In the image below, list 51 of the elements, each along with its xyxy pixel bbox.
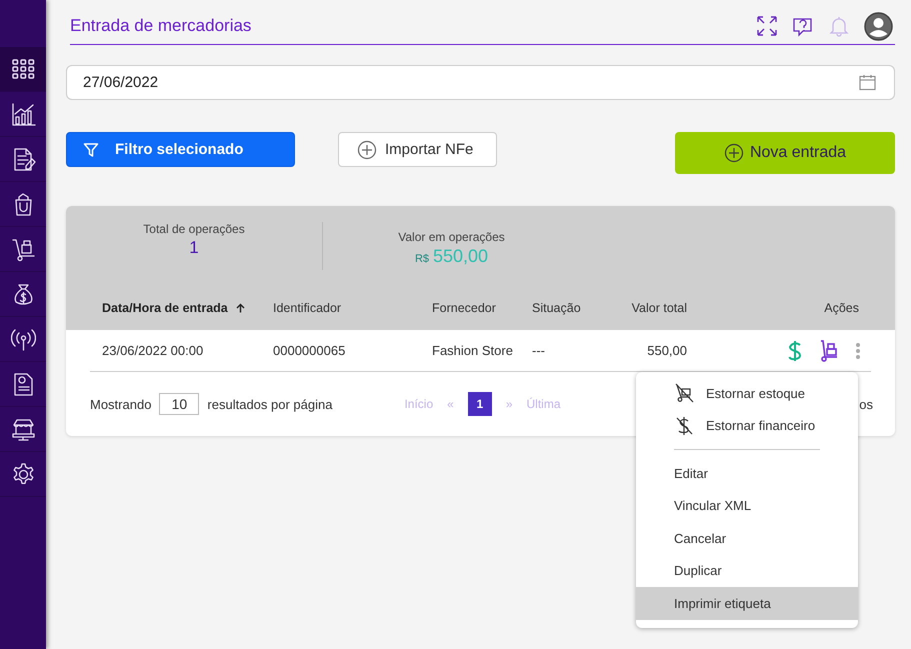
column-header[interactable]: Data/Hora de entrada [102,301,228,315]
fullscreen-icon[interactable] [756,15,778,37]
cart-off-icon [674,383,694,404]
table-cell: 0000000065 [273,343,346,358]
pagination-label: Mostrando [90,396,152,412]
column-header[interactable]: Ações [824,301,859,315]
table-cell: Fashion Store [432,343,513,358]
sidebar-item[interactable] [0,47,46,92]
menu-item[interactable]: Cancelar [636,522,858,554]
apps-icon [10,56,36,82]
menu-item[interactable]: Editar [636,457,858,490]
menu-item[interactable]: Estornar financeiro [636,410,858,442]
summary-value: 1 [189,238,199,257]
filter-button[interactable]: Filtro selecionado [66,132,295,167]
chart-icon [10,102,36,126]
table-cell: 23/06/2022 00:00 [102,343,204,358]
sort-arrow-icon [236,303,245,313]
plus-circle-icon [357,140,377,160]
hand-truck-icon[interactable] [819,340,839,362]
summary-label: Total de operações [143,222,245,236]
table-cell: --- [532,343,545,358]
hand-truck-icon [10,236,36,262]
plus-circle-icon [724,143,744,163]
page-title: Entrada de mercadorias [70,16,252,36]
pagination-label: resultados por página [207,396,332,412]
antenna-icon [10,326,36,352]
column-header[interactable]: Fornecedor [432,301,496,315]
menu-item[interactable]: Estornar estoque [636,377,858,410]
column-header[interactable]: Identificador [273,301,342,315]
table-cell: 550,00 [647,343,687,358]
dollar-icon[interactable] [787,340,803,362]
menu-item[interactable]: Imprimir etiqueta [636,587,858,620]
menu-item[interactable]: Duplicar [636,554,858,587]
avatar-icon[interactable] [864,12,893,40]
settings-icon [10,462,36,486]
summary-label: Valor em operações [398,230,505,244]
new-entry-button[interactable]: Nova entrada [675,132,895,174]
currency-symbol: R$ [414,253,429,265]
calendar-icon[interactable] [859,74,876,91]
page-button[interactable]: 1 [468,392,492,416]
date-field[interactable]: 27/06/2022 [66,65,895,100]
column-header[interactable]: Situação [532,301,581,315]
page-size-field[interactable]: 10 [159,393,200,415]
filter-icon [83,142,99,158]
import-button[interactable]: Importar NFe [338,132,497,167]
summary-value: 550,00 [433,246,488,266]
results-summary: os [859,396,873,412]
menu-item[interactable]: Vincular XML [636,490,858,522]
column-header[interactable]: Valor total [632,301,687,315]
dollar-off-icon [674,416,694,436]
store-icon [10,416,36,442]
